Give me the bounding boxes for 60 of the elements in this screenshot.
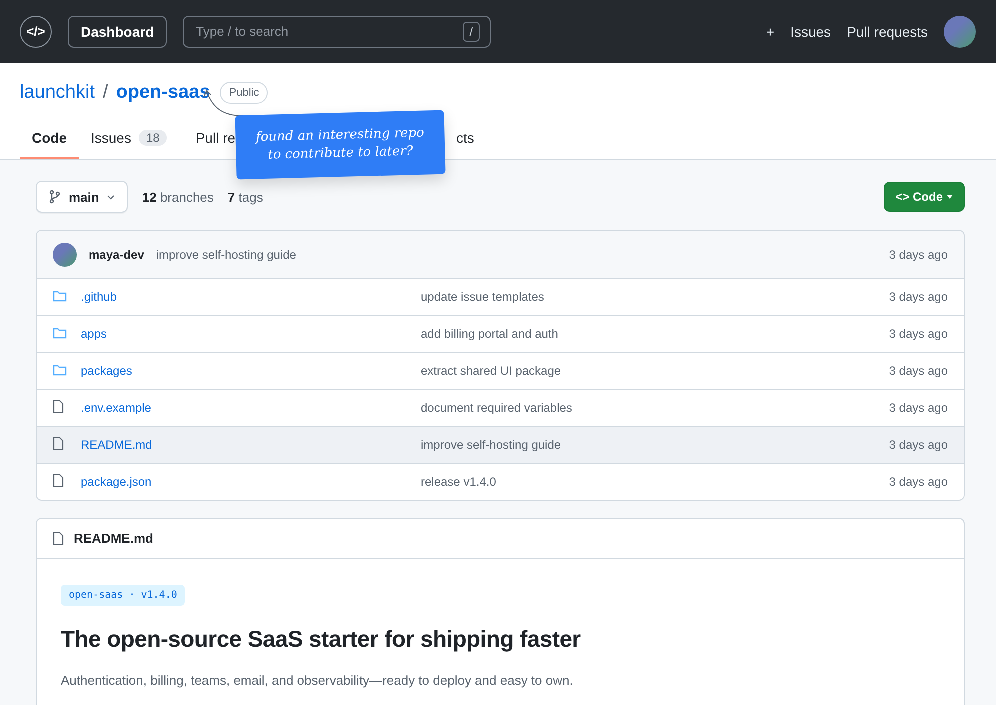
branch-icon [49, 190, 61, 204]
file-icon [53, 532, 64, 546]
path-separator: / [103, 82, 108, 104]
readme-title: README.md [74, 531, 154, 546]
file-name-link[interactable]: package.json [81, 475, 152, 489]
repo-tab[interactable]: Code [20, 119, 79, 159]
dashboard-button[interactable]: Dashboard [68, 16, 168, 48]
visibility-label: Public [220, 82, 268, 104]
commit-time: 3 days ago [889, 364, 948, 378]
search-field[interactable]: Type / to search / [183, 16, 492, 48]
file-name-link[interactable]: README.md [81, 438, 152, 452]
commit-message: update issue templates [421, 290, 544, 304]
commit-time: 3 days ago [889, 438, 948, 452]
commit-message: document required variables [421, 401, 572, 415]
commit-time: 3 days ago [889, 327, 948, 341]
owner-link[interactable]: launchkit [20, 82, 95, 104]
file-icon [53, 436, 64, 450]
author-avatar [53, 242, 77, 266]
commit-time: 3 days ago [889, 290, 948, 304]
tab-counter: 18 [139, 130, 167, 146]
nav-link[interactable]: Pull requests [847, 24, 928, 40]
user-avatar[interactable] [944, 16, 976, 48]
branch-selector[interactable]: main [36, 181, 128, 213]
file-name-link[interactable]: .github [81, 290, 118, 304]
caret-icon [947, 195, 953, 199]
nav-link[interactable]: Issues [790, 24, 832, 40]
commit-time: 3 days ago [889, 248, 948, 262]
commit-author[interactable]: maya-dev [89, 248, 144, 262]
commit-time: 3 days ago [889, 475, 948, 489]
file-name-link[interactable]: .env.example [81, 401, 152, 415]
commit-message: add billing portal and auth [421, 327, 558, 341]
tags-link[interactable]: 7 tags [228, 190, 264, 204]
file-row[interactable]: README.md improve self-hosting guide 3 days ago [37, 426, 964, 463]
readme-heading: The open-source SaaS starter for shipping faster [61, 626, 582, 653]
commit-message: extract shared UI package [421, 364, 562, 378]
commit-message: release v1.4.0 [421, 475, 496, 489]
file-row[interactable]: package.json release v1.4.0 3 days ago [37, 463, 964, 500]
folder-icon [53, 364, 67, 376]
branches-link[interactable]: 12 branches [142, 190, 214, 204]
repo-tab[interactable]: Pull re [184, 119, 236, 159]
repo-name-link[interactable]: open-saas [116, 82, 210, 104]
version-label: open-saas · v1.4.0 [61, 585, 186, 606]
repo-tab[interactable]: cts [444, 119, 486, 159]
caret-icon [107, 194, 116, 200]
code-button[interactable]: <> Code [884, 182, 965, 212]
create-link[interactable]: + [766, 24, 775, 40]
logo[interactable]: </> [20, 16, 52, 48]
file-name-link[interactable]: packages [81, 364, 132, 378]
file-icon [53, 474, 64, 488]
file-name-link[interactable]: apps [81, 327, 108, 341]
file-icon [53, 400, 64, 414]
commit-time: 3 days ago [889, 401, 948, 415]
readme-description: Authentication, billing, teams, email, and observability—ready to deploy and easy to own. [61, 673, 574, 688]
folder-icon [53, 326, 67, 338]
commit-message: improve self-hosting guide [421, 438, 562, 452]
shortcut-key: / [462, 22, 480, 42]
sticky-note: found an interesting repo to contribute to later? [235, 110, 446, 180]
repo-tab[interactable]: Issues 18 [79, 119, 179, 159]
folder-icon [53, 290, 67, 302]
commit-message: improve self-hosting guide [156, 248, 296, 262]
